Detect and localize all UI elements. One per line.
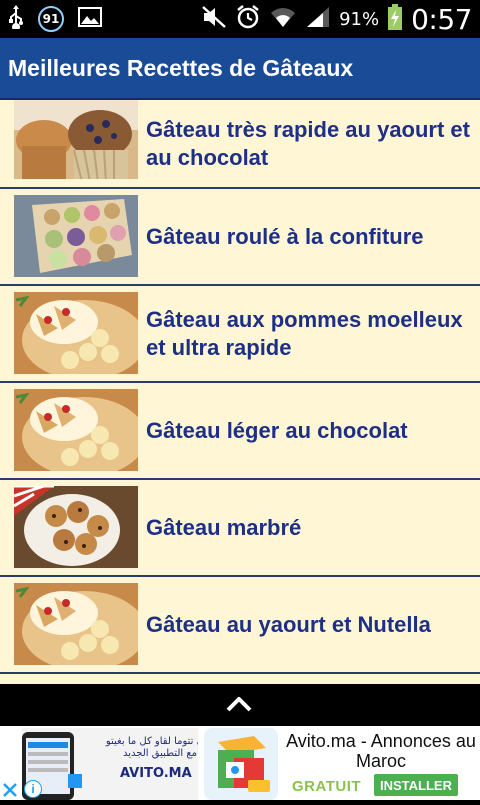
ad-banner[interactable]: حتى تتوما لقاو كل ما بغيتو مع التطبيق ال…: [0, 726, 480, 800]
recipe-list-item[interactable]: Gâteau léger au chocolat: [0, 383, 480, 480]
install-button[interactable]: INSTALLER: [374, 774, 458, 796]
mute-icon: [201, 5, 227, 34]
ad-brand-small: AVITO.MA: [120, 766, 192, 781]
clock: 0:57: [411, 2, 472, 36]
ad-toggle-strip: [0, 684, 480, 726]
cookies-photo: [14, 486, 138, 568]
battery-percent: 91%: [339, 8, 380, 30]
usb-icon: [8, 4, 24, 34]
recipe-title[interactable]: Gâteau roulé à la confiture: [146, 189, 470, 284]
ad-title[interactable]: Avito.ma - Annonces au Maroc: [282, 731, 480, 771]
ad-price: GRATUIT: [292, 778, 362, 795]
ad-preview-image[interactable]: حتى تتوما لقاو كل ما بغيتو مع التطبيق ال…: [22, 728, 198, 800]
app-title: Meilleures Recettes de Gâteaux: [8, 55, 354, 81]
recipe-title[interactable]: Gâteau aux pommes moelleux et ultra rapi…: [146, 286, 470, 381]
recipe-title[interactable]: Gâteau léger au chocolat: [146, 383, 470, 478]
recipe-title[interactable]: Gâteau marbré: [146, 480, 470, 575]
battery-icon: [387, 3, 403, 36]
banana-crepes-photo: [14, 292, 138, 374]
recipe-list-item[interactable]: Gâteau aux pommes moelleux et ultra rapi…: [0, 286, 480, 383]
image-icon: [78, 6, 102, 32]
macarons-box-photo: [14, 195, 138, 277]
chevron-up-icon[interactable]: [224, 694, 254, 719]
banana-crepes-photo: [14, 583, 138, 665]
recipe-list-item[interactable]: Gâteau au yaourt et Nutella: [0, 577, 480, 674]
notification-count-badge: 91: [38, 6, 64, 32]
status-bar: 91 91% 0:57: [0, 0, 480, 38]
signal-icon: [305, 5, 331, 34]
close-icon[interactable]: [2, 782, 18, 798]
ad-arabic-text: حتى تتوما لقاو كل ما بغيتو مع التطبيق ال…: [105, 736, 198, 759]
recipe-list[interactable]: Gâteau très rapide au yaourt et au choco…: [0, 100, 480, 684]
avito-app-icon[interactable]: [204, 728, 278, 800]
recipe-list-item[interactable]: Gâteau roulé à la confiture: [0, 189, 480, 286]
recipe-title[interactable]: Gâteau au yaourt et Nutella: [146, 577, 470, 672]
recipe-list-item[interactable]: Gâteau très rapide au yaourt et au choco…: [0, 100, 480, 189]
recipe-list-item[interactable]: Gâteau marbré: [0, 480, 480, 577]
alarm-icon: [235, 4, 261, 35]
muffins-photo: [14, 100, 138, 179]
recipe-title[interactable]: Gâteau très rapide au yaourt et au choco…: [146, 100, 470, 187]
wifi-icon: [269, 5, 297, 34]
info-icon[interactable]: i: [24, 780, 42, 798]
app-bar: Meilleures Recettes de Gâteaux: [0, 38, 480, 100]
banana-crepes-photo: [14, 389, 138, 471]
